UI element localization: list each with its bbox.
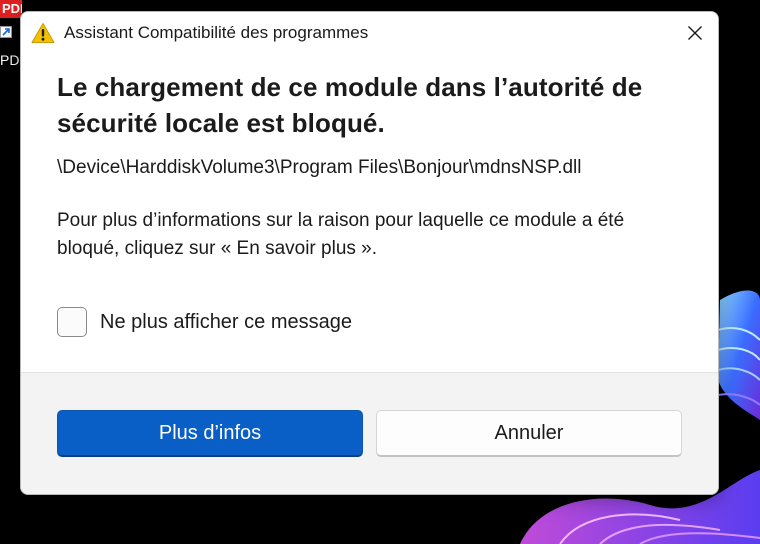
close-button[interactable]	[672, 12, 718, 54]
dialog-footer: Plus d’infos Annuler	[21, 372, 718, 494]
dont-show-again-option[interactable]: Ne plus afficher ce message	[57, 307, 682, 337]
module-path: \Device\HarddiskVolume3\Program Files\Bo…	[57, 157, 582, 178]
dialog-content: Le chargement de ce module dans l’autori…	[21, 54, 718, 337]
dont-show-again-label[interactable]: Ne plus afficher ce message	[100, 311, 352, 334]
shortcut-arrow-icon	[0, 26, 12, 38]
pdf-icon: PDF	[0, 0, 22, 18]
more-info-button[interactable]: Plus d’infos	[57, 410, 363, 457]
close-icon	[688, 26, 702, 40]
compatibility-dialog: Assistant Compatibilité des programmes L…	[20, 11, 719, 495]
cancel-button[interactable]: Annuler	[376, 410, 682, 457]
title-bar: Assistant Compatibilité des programmes	[21, 12, 718, 54]
dialog-description: Pour plus d’informations sur la raison p…	[57, 210, 625, 259]
warning-icon	[31, 22, 55, 44]
dialog-heading: Le chargement de ce module dans l’autori…	[57, 72, 643, 138]
desktop-shortcut-label: PD	[0, 52, 20, 68]
dont-show-again-checkbox[interactable]	[57, 307, 87, 337]
window-title: Assistant Compatibilité des programmes	[64, 23, 369, 42]
